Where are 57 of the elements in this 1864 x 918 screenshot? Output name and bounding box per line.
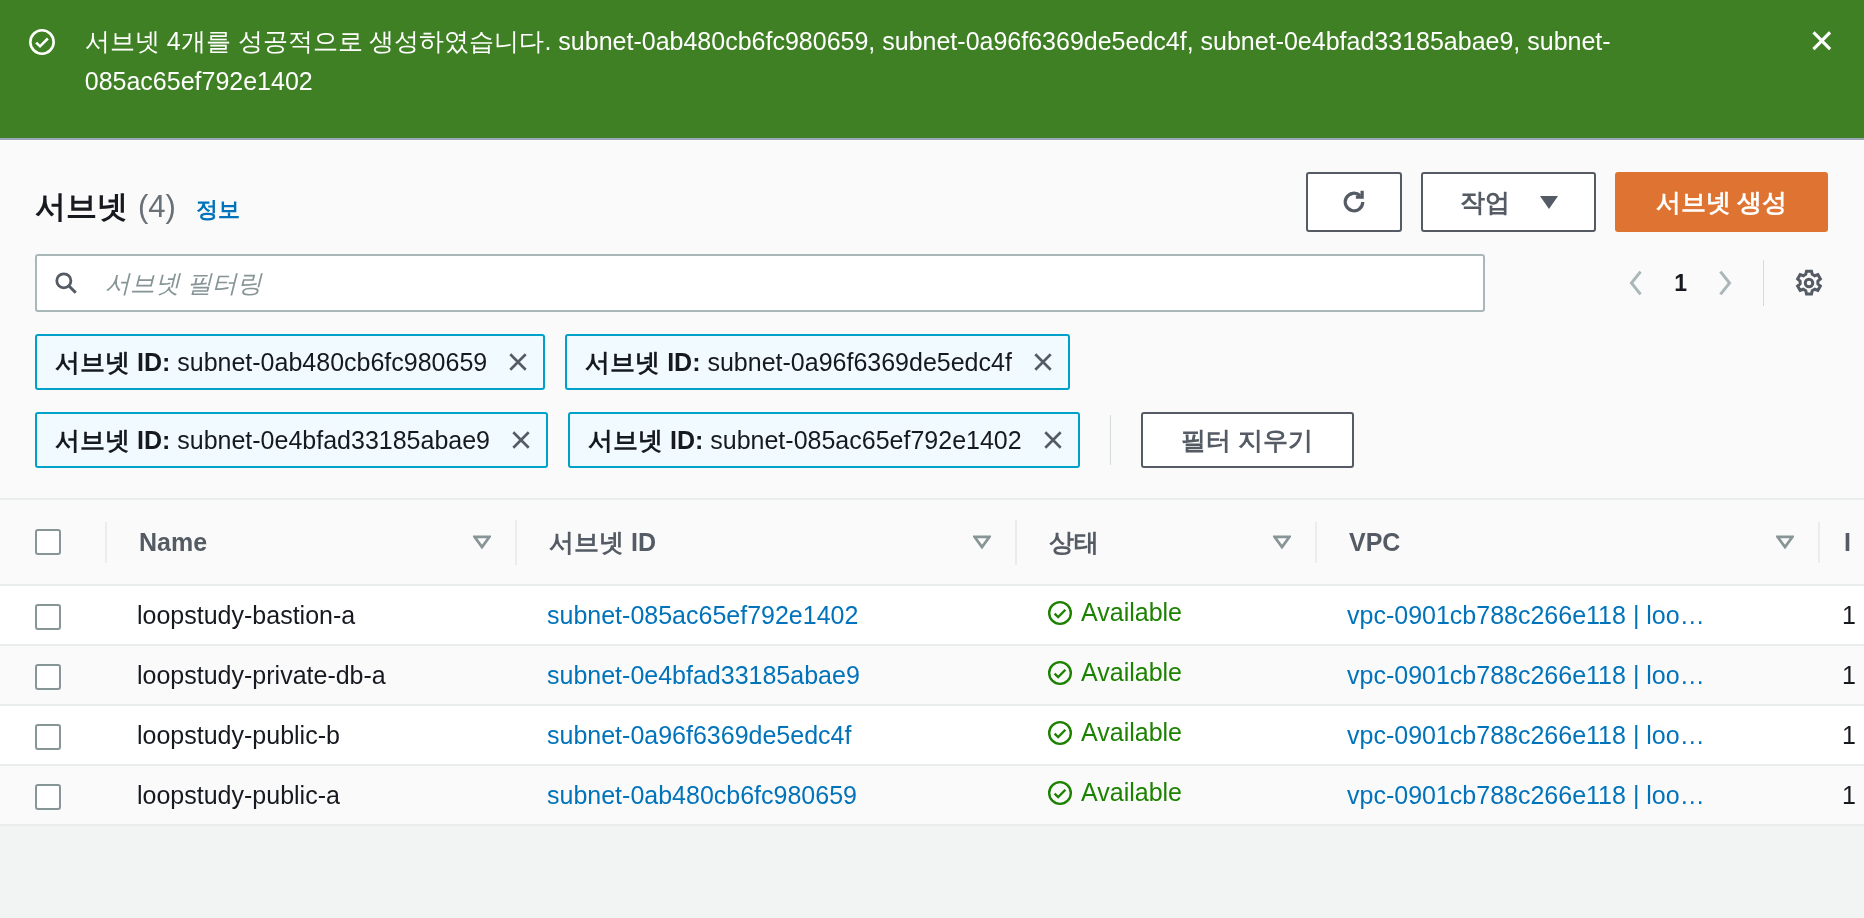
table-cell: 1 xyxy=(1842,780,1856,809)
item-count: (4) xyxy=(138,189,176,225)
banner-message: 서브넷 4개를 성공적으로 생성하였습니다. subnet-0ab480cb6fc980659, subnet-0a96f6369de5edc4f, subnet-0e4bfad33185abae9, subnet-085ac65ef792e1402 xyxy=(84,26,1612,97)
status-label: Available xyxy=(1047,598,1182,628)
clear-filters-button[interactable]: 필터 지우기 xyxy=(1140,412,1354,468)
table-cell: 1 xyxy=(1842,600,1856,629)
sort-icon[interactable] xyxy=(1273,535,1291,549)
refresh-button[interactable] xyxy=(1306,172,1402,232)
column-header[interactable]: I xyxy=(1844,527,1851,557)
info-link[interactable]: 정보 xyxy=(195,195,240,225)
column-header[interactable]: VPC xyxy=(1349,527,1401,557)
caret-icon xyxy=(1539,195,1558,209)
settings-icon xyxy=(1794,268,1824,298)
select-all-checkbox[interactable] xyxy=(35,529,61,555)
check-circle-icon xyxy=(1047,659,1073,686)
check-circle-icon xyxy=(1047,719,1073,746)
page-title: 서브넷 xyxy=(35,188,128,226)
subnet-id-link[interactable]: subnet-0ab480cb6fc980659 xyxy=(547,780,857,809)
column-header[interactable]: Name xyxy=(139,527,208,557)
row-checkbox[interactable] xyxy=(35,603,61,630)
table-cell: loopstudy-bastion-a xyxy=(137,600,356,629)
page-number[interactable]: 1 xyxy=(1674,269,1687,297)
column-header[interactable]: 상태 xyxy=(1049,525,1099,559)
token-label: 서브넷 ID: subnet-0ab480cb6fc980659 xyxy=(55,346,488,378)
status-label: Available xyxy=(1047,658,1182,688)
actions-button[interactable]: 작업 xyxy=(1421,172,1596,232)
vpc-link[interactable]: vpc-0901cb788c266e118 | loo… xyxy=(1347,720,1705,749)
column-header[interactable]: 서브넷 ID xyxy=(549,525,656,559)
vpc-link[interactable]: vpc-0901cb788c266e118 | loo… xyxy=(1347,780,1705,809)
token-label: 서브넷 ID: subnet-0a96f6369de5edc4f xyxy=(585,346,1012,378)
token-label: 서브넷 ID: subnet-0e4bfad33185abae9 xyxy=(55,424,491,456)
check-circle-icon xyxy=(1047,779,1073,806)
status-label: Available xyxy=(1047,718,1182,748)
table-cell: loopstudy-public-b xyxy=(137,720,340,749)
sort-icon[interactable] xyxy=(1776,535,1794,549)
sort-icon[interactable] xyxy=(473,535,491,549)
row-checkbox[interactable] xyxy=(35,783,61,810)
search-field[interactable]: 서브넷 필터링 xyxy=(35,254,1485,312)
create-subnet-button[interactable]: 서브넷 생성 xyxy=(1615,172,1828,232)
check-circle-icon xyxy=(1047,599,1073,626)
vpc-link[interactable]: vpc-0901cb788c266e118 | loo… xyxy=(1347,660,1705,689)
subnet-id-link[interactable]: subnet-085ac65ef792e1402 xyxy=(547,600,859,629)
table-cell: loopstudy-private-db-a xyxy=(137,660,386,689)
search-icon xyxy=(53,270,79,296)
table-cell: 1 xyxy=(1842,660,1856,689)
close-button[interactable]: × xyxy=(1803,26,1840,56)
status-label: Available xyxy=(1047,778,1182,808)
table-cell: 1 xyxy=(1842,720,1856,749)
subnet-id-link[interactable]: subnet-0e4bfad33185abae9 xyxy=(547,660,860,689)
table-cell: loopstudy-public-a xyxy=(137,780,340,809)
row-checkbox[interactable] xyxy=(35,723,61,750)
vpc-link[interactable]: vpc-0901cb788c266e118 | loo… xyxy=(1347,600,1705,629)
check-circle-icon xyxy=(28,28,56,56)
row-checkbox[interactable] xyxy=(35,663,61,690)
token-label: 서브넷 ID: subnet-085ac65ef792e1402 xyxy=(588,424,1022,456)
subnet-id-link[interactable]: subnet-0a96f6369de5edc4f xyxy=(547,720,852,749)
sort-icon[interactable] xyxy=(973,535,991,549)
